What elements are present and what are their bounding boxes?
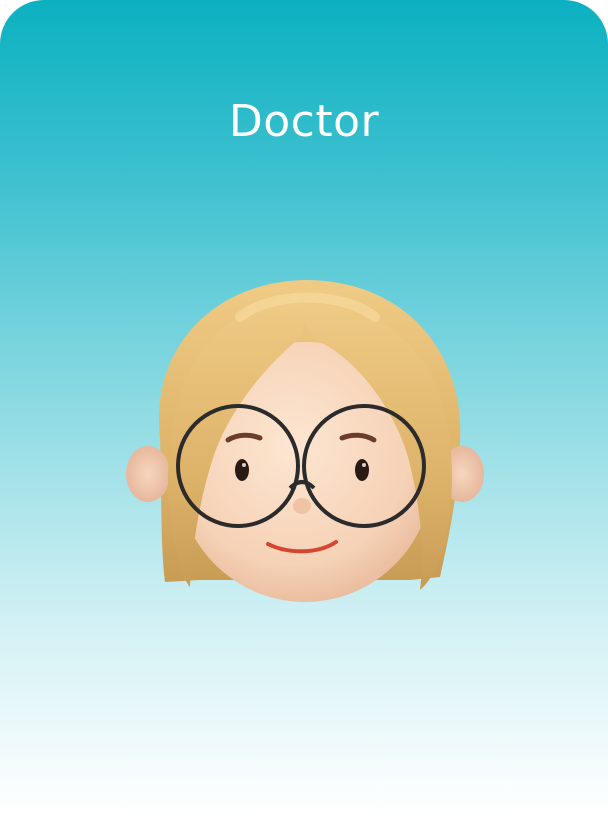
card-title: Doctor	[228, 96, 380, 147]
role-card[interactable]: Doctor	[0, 0, 608, 819]
doctor-avatar-icon	[120, 262, 490, 612]
